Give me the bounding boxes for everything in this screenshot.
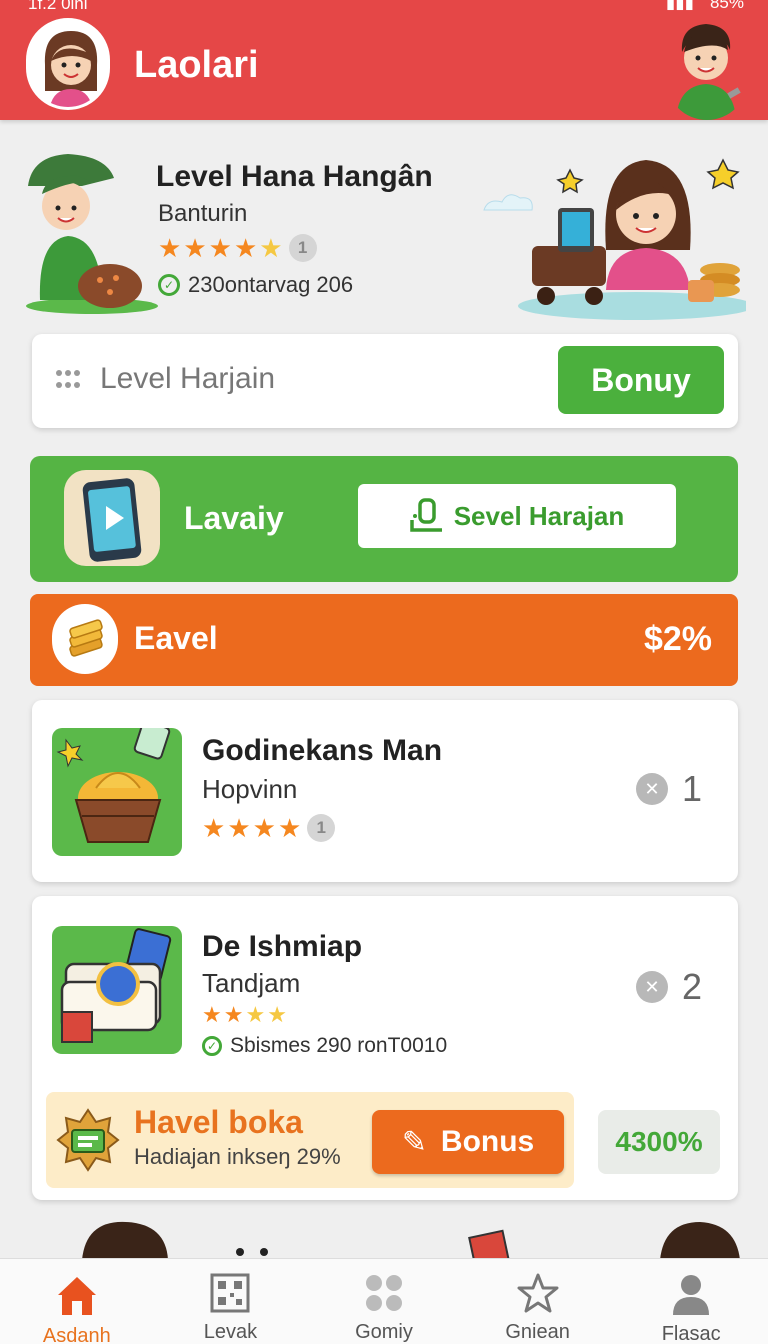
item-meta-text: Sbismes 290 ronT0010 [230, 1034, 448, 1057]
green-banner-label: Lavaiy [184, 500, 284, 536]
grid-icon [361, 1273, 407, 1313]
level-search-button[interactable]: Sevel Harajan [358, 484, 676, 548]
bonus-claim-button-label: Bonus [440, 1125, 535, 1158]
star-icon: ★ [223, 1002, 244, 1027]
app-header: 1f.2 0ini ▮▮▮ 85% Laolari [0, 0, 768, 120]
check-circle-icon: ✓ [158, 274, 180, 296]
item-rank-value: 2 [682, 966, 703, 1007]
item-subtitle: Hopvinn [202, 774, 298, 804]
check-circle-icon: ✓ [202, 1036, 222, 1056]
bonus-claim-button[interactable]: ✎ Bonus [372, 1110, 564, 1174]
item-rating: ★ ★ ★ ★ 1 [202, 813, 336, 843]
qr-icon [207, 1273, 253, 1313]
home-icon [54, 1273, 100, 1317]
next-section-preview [0, 1212, 768, 1260]
profile-title: Level Hana Hangân [156, 160, 433, 193]
star-icon: ★ [252, 813, 276, 843]
status-bar: 1f.2 0ini ▮▮▮ 85% [28, 0, 744, 13]
half-star-icon: ★ [245, 1002, 266, 1027]
item-rating: ★ ★ ★ ★ [202, 1004, 287, 1026]
profile-meta-text: 230ontarvag 206 [188, 272, 354, 297]
promo-title: Havel boka [134, 1104, 303, 1140]
orange-banner-value: $2% [643, 620, 712, 658]
phone-play-icon[interactable] [64, 470, 160, 566]
item-subtitle: Tandjam [202, 968, 301, 998]
rating-count-badge: 1 [288, 234, 317, 262]
ticket-badge-icon [56, 1108, 120, 1172]
half-star-icon: ★ [259, 233, 283, 263]
star-icon: ★ [158, 233, 182, 263]
farmer-mascot-icon [26, 154, 158, 314]
profile-meta: ✓ 230ontarvag 206 [158, 272, 353, 298]
profile-rating: ★ ★ ★ ★ ★ 1 [158, 234, 317, 262]
girl-avatar-icon [29, 21, 107, 107]
orange-banner-label: Eavel [134, 620, 218, 656]
item-rank-value: 1 [682, 768, 703, 809]
star-icon: ★ [183, 233, 207, 263]
level-search-button-label: Sevel Harajan [453, 500, 625, 531]
drag-handle-icon[interactable] [56, 370, 80, 390]
star-icon: ★ [233, 233, 258, 263]
nav-item-home[interactable]: Asdanh [0, 1259, 154, 1344]
nav-item-favorites[interactable]: Gniean [461, 1259, 615, 1344]
nav-label: Gniean [505, 1321, 570, 1343]
receipt-icon [409, 498, 442, 532]
search-input[interactable] [100, 362, 520, 396]
star-icon [515, 1273, 561, 1313]
item-meta: ✓ Sbismes 290 ronT0010 [202, 1034, 447, 1058]
rating-count-badge: 1 [307, 814, 336, 842]
sword-rank-icon: ✕ [636, 773, 668, 805]
item-rank: ✕ 1 [636, 768, 702, 810]
nav-item-grid[interactable]: Gomiy [307, 1259, 461, 1344]
item-title: De Ishmiap [202, 930, 363, 963]
nav-label: Gomiy [355, 1321, 413, 1343]
star-icon: ★ [227, 813, 251, 843]
girl-with-cart-illustration-icon [483, 158, 746, 320]
star-icon: ★ [208, 233, 232, 263]
promo-subtitle: Hadiajan inkseŋ 29% [134, 1144, 341, 1169]
battery-level: 85% [709, 0, 744, 12]
app-title: Laolari [134, 44, 259, 86]
nav-label: Flasac [661, 1323, 721, 1344]
bonus-button[interactable]: Bonuy [558, 346, 724, 414]
item-rank: ✕ 2 [636, 966, 702, 1008]
star-icon: ★ [277, 813, 302, 843]
star-icon: ★ [202, 1002, 222, 1027]
sword-rank-icon: ✕ [636, 971, 668, 1003]
percentage-pill: 4300% [598, 1110, 720, 1174]
user-icon [668, 1273, 714, 1315]
profile-subtitle: Banturin [158, 200, 248, 227]
status-time: 1f.2 0ini [28, 0, 88, 13]
money-stack-icon [52, 926, 182, 1054]
star-icon: ★ [202, 813, 226, 843]
boy-mascot-icon [666, 12, 748, 120]
coin-stack-icon [52, 604, 118, 674]
nav-item-profile[interactable]: Flasac [614, 1259, 768, 1344]
nav-label: Levak [203, 1321, 258, 1343]
gold-basket-icon [52, 728, 182, 856]
pencil-icon: ✎ [401, 1125, 427, 1159]
star-outline-icon: ★ [267, 1002, 287, 1027]
nav-item-qr[interactable]: Levak [154, 1259, 308, 1344]
user-avatar[interactable] [26, 18, 110, 110]
item-title: Godinekans Man [202, 734, 443, 767]
signal-icon: ▮▮▮ [665, 0, 694, 12]
nav-label: Asdanh [42, 1325, 111, 1344]
bottom-nav: Asdanh Levak Gomiy Gniean Flasac [0, 1258, 768, 1344]
